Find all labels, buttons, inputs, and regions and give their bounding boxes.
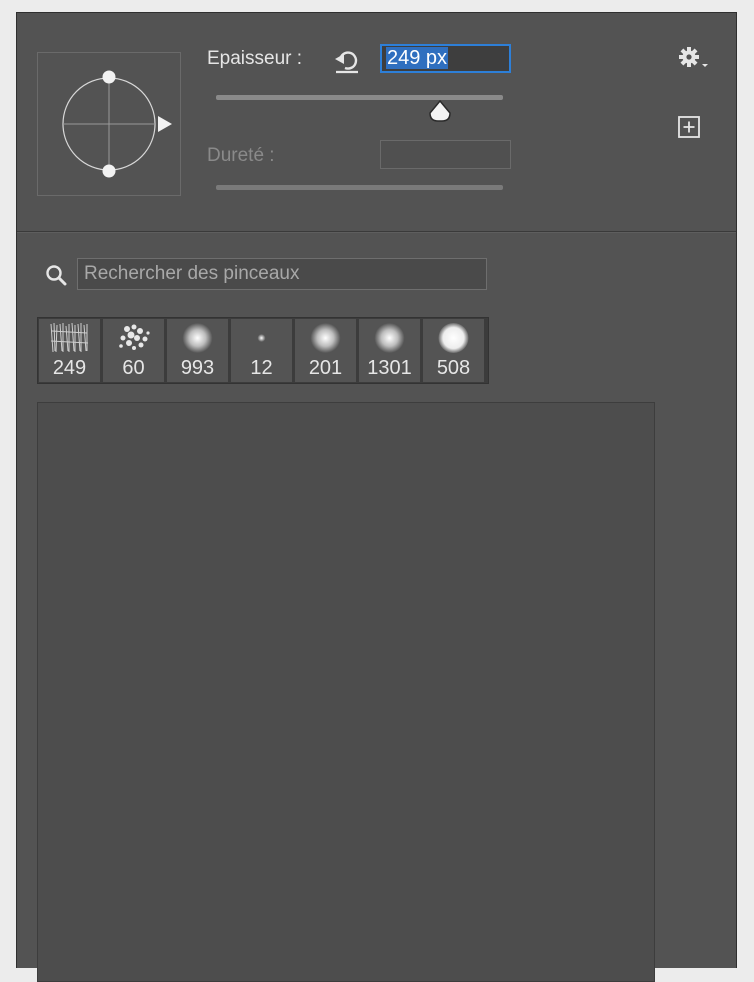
hardness-field[interactable] bbox=[380, 140, 511, 169]
brush-preset-list[interactable] bbox=[37, 402, 655, 982]
roundness-handle-bottom bbox=[102, 164, 116, 178]
texture-brush-icon bbox=[50, 322, 89, 353]
hard-round-brush-icon bbox=[438, 323, 469, 353]
search-icon bbox=[45, 264, 67, 286]
reset-icon[interactable] bbox=[333, 47, 361, 75]
hardness-slider-track[interactable] bbox=[216, 185, 503, 190]
brush-tile[interactable]: 1301 bbox=[359, 319, 420, 382]
scatter-brush-icon bbox=[119, 324, 150, 350]
recent-brushes-strip: 249 60 993 12 201 1301 508 bbox=[37, 317, 489, 384]
roundness-handle-top bbox=[102, 70, 116, 84]
angle-arrow bbox=[158, 116, 172, 132]
new-preset-icon[interactable] bbox=[678, 116, 700, 138]
brush-size-label: 249 bbox=[52, 357, 87, 379]
soft-round-brush-icon bbox=[182, 323, 213, 353]
soft-round-brush-icon bbox=[374, 323, 405, 353]
size-value: 249 px bbox=[386, 47, 449, 69]
brush-tile[interactable]: 60 bbox=[103, 319, 164, 382]
brush-size-label: 60 bbox=[122, 357, 145, 379]
brush-tile[interactable]: 508 bbox=[423, 319, 484, 382]
gear-icon[interactable] bbox=[677, 45, 713, 71]
brush-size-label: 1301 bbox=[367, 357, 412, 379]
section-divider bbox=[17, 232, 736, 233]
brush-search-input[interactable] bbox=[77, 258, 487, 290]
size-label: Epaisseur : bbox=[207, 48, 303, 69]
brush-tip-diagram bbox=[62, 70, 172, 178]
brush-tile[interactable]: 201 bbox=[295, 319, 356, 382]
brush-tile[interactable]: 249 bbox=[39, 319, 100, 382]
soft-round-brush-icon bbox=[310, 323, 341, 353]
brush-settings-panel: Epaisseur : 249 px Dureté : Rechercher d… bbox=[16, 12, 737, 982]
brush-size-label: 201 bbox=[308, 357, 343, 379]
size-slider-thumb[interactable] bbox=[428, 99, 452, 123]
size-slider-track[interactable] bbox=[216, 95, 503, 100]
small-dot-brush-icon bbox=[257, 334, 266, 342]
brush-settings-header: Epaisseur : 249 px Dureté : bbox=[17, 13, 736, 232]
hardness-label: Dureté : bbox=[207, 145, 275, 166]
brush-tile[interactable]: 993 bbox=[167, 319, 228, 382]
brush-angle-preview[interactable] bbox=[37, 52, 181, 196]
brush-size-label: 12 bbox=[250, 357, 273, 379]
size-field[interactable]: 249 px bbox=[380, 44, 511, 73]
brush-size-label: 508 bbox=[436, 357, 471, 379]
brush-tile[interactable]: 12 bbox=[231, 319, 292, 382]
brush-size-label: 993 bbox=[180, 357, 215, 379]
